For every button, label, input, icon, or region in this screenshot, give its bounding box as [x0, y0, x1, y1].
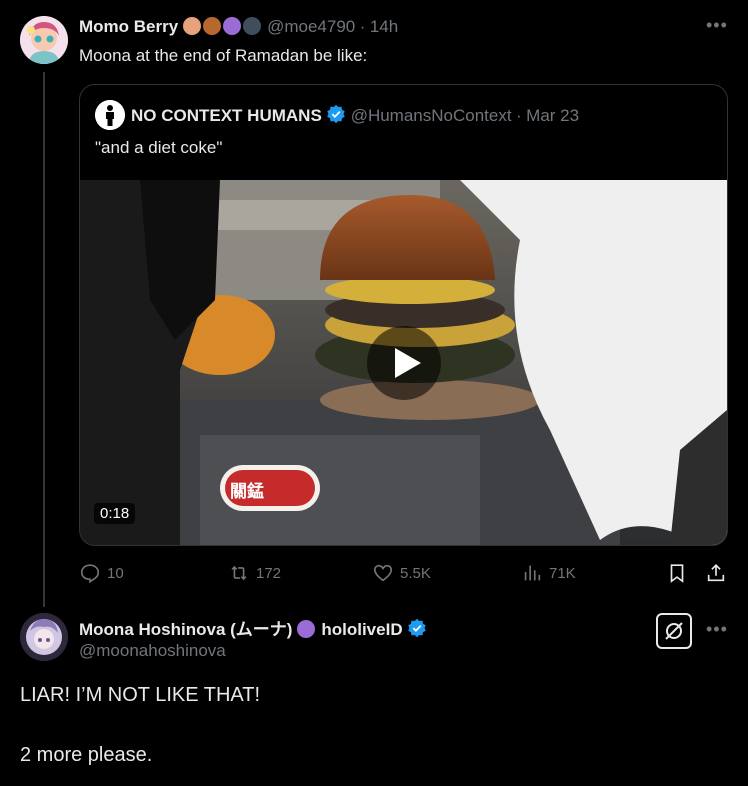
author-handle[interactable]: @moe4790	[267, 17, 355, 36]
video-player[interactable]: 關錳 0:18	[80, 180, 727, 545]
squirrel-emoji-icon	[202, 17, 221, 35]
verified-badge-icon	[327, 104, 345, 124]
grok-button[interactable]	[656, 613, 692, 649]
video-sign-text: 關錳	[230, 482, 264, 502]
person-silhouette-icon	[95, 100, 125, 130]
share-icon	[707, 564, 725, 582]
tweet-header: Momo Berry @moe4790 · 14h	[79, 17, 398, 41]
palette-emoji-icon	[182, 17, 201, 35]
reply-icon	[80, 564, 100, 584]
heart-icon	[373, 564, 393, 582]
avatar-moona[interactable]	[20, 613, 68, 661]
bookmark-icon	[670, 564, 684, 583]
quote-header: NO CONTEXT HUMANS @HumansNoContext · Mar…	[131, 104, 579, 126]
quote-date: Mar 23	[526, 106, 580, 125]
like-action[interactable]: 5.5K	[372, 562, 431, 584]
video-duration: 0:18	[94, 503, 136, 524]
tweet-time[interactable]: 14h	[370, 17, 398, 36]
crystal-ball-emoji-icon	[296, 620, 315, 638]
separator-dot: ·	[359, 17, 366, 36]
like-count: 5.5K	[400, 564, 431, 582]
reply-text-line1: LIAR! I’M NOT LIKE THAT!	[20, 684, 261, 706]
bookmark-action[interactable]	[666, 562, 688, 584]
analytics-icon	[524, 565, 541, 581]
avatar-momo-berry[interactable]	[20, 16, 68, 64]
grok-icon	[665, 622, 683, 640]
tweet-text: Moona at the end of Ramadan be like:	[79, 46, 368, 65]
author-name[interactable]: Momo Berry	[79, 17, 178, 36]
play-button[interactable]	[367, 326, 441, 400]
repost-count: 172	[256, 564, 282, 582]
quote-handle: @HumansNoContext	[350, 106, 512, 125]
quote-tweet-card[interactable]: NO CONTEXT HUMANS @HumansNoContext · Mar…	[79, 84, 728, 546]
quote-text: "and a diet coke"	[95, 138, 223, 157]
repost-action[interactable]: 172	[228, 562, 281, 584]
views-count: 71K	[549, 564, 576, 582]
more-options-icon[interactable]: •••	[706, 15, 728, 36]
reply-text-line2: 2 more please.	[20, 744, 153, 766]
reply-header: Moona Hoshinova (ムーナ) hololiveID	[79, 615, 427, 640]
reply-count: 10	[107, 564, 124, 582]
reply-author-suffix[interactable]: hololiveID	[321, 620, 402, 639]
avatar-illustration	[20, 16, 68, 64]
reply-more-options-icon[interactable]: •••	[706, 619, 728, 640]
views-action[interactable]: 71K	[521, 562, 576, 584]
person-emoji-icon	[242, 17, 261, 35]
thread-line	[43, 72, 45, 607]
author-emojis	[182, 17, 267, 36]
verified-badge-icon	[408, 618, 426, 638]
quote-separator: ·	[516, 106, 522, 125]
quote-avatar	[95, 100, 125, 130]
reply-action[interactable]: 10	[79, 562, 124, 584]
repost-icon	[231, 565, 247, 581]
reply-handle[interactable]: @moonahoshinova	[79, 641, 226, 661]
quote-author-name: NO CONTEXT HUMANS	[131, 106, 322, 125]
play-icon	[395, 348, 421, 378]
avatar-illustration	[20, 613, 68, 661]
share-action[interactable]	[705, 562, 727, 584]
crystal-ball-emoji-icon	[222, 17, 241, 35]
reply-author-name[interactable]: Moona Hoshinova (ムーナ)	[79, 620, 292, 639]
